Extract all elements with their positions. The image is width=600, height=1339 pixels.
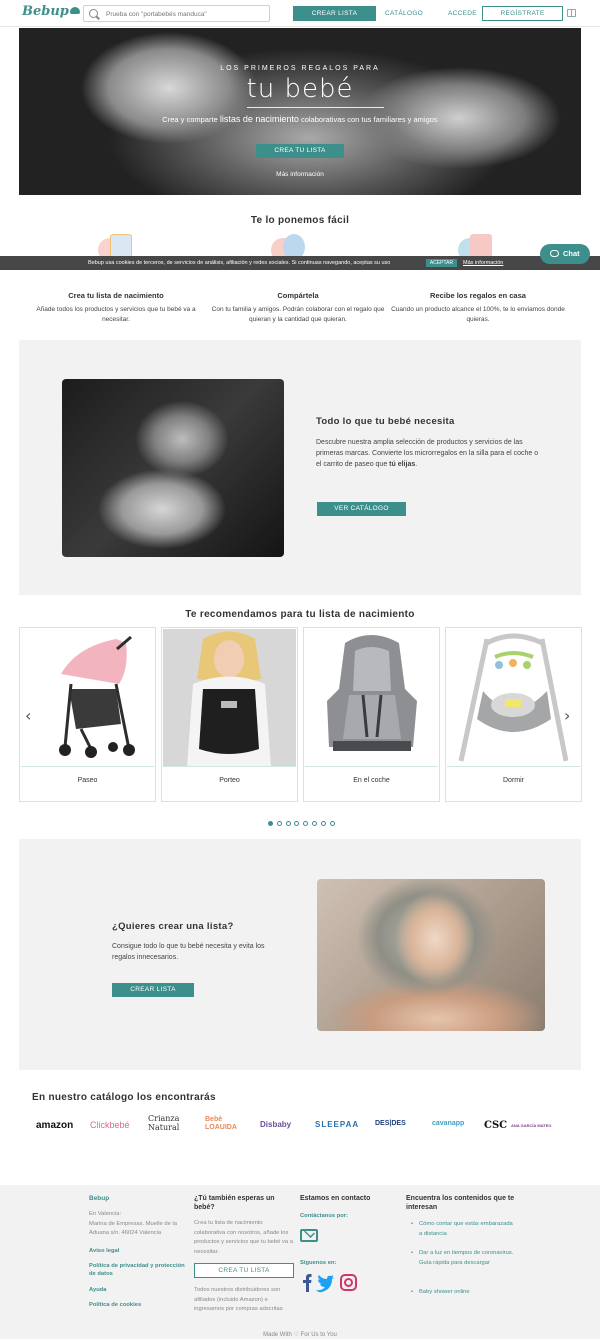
necesita-text: Descubre nuestra amplia selección de pro… — [316, 439, 539, 468]
brand-cavanapp-logo[interactable]: cavanapp — [432, 1120, 464, 1127]
footer-col2-text: Crea tu lista de nacimiento colaborativa… — [194, 1220, 293, 1255]
car-seat-image — [305, 629, 438, 767]
facebook-icon[interactable] — [303, 1274, 312, 1292]
carousel-dot[interactable] — [320, 821, 326, 826]
carousel-dot[interactable] — [294, 821, 300, 826]
carousel-next-icon[interactable]: › — [564, 706, 570, 725]
feature-title-comparte: Compártela — [277, 291, 319, 300]
footer-aviso-legal-link[interactable]: Aviso legal — [89, 1247, 119, 1255]
search-icon — [89, 9, 98, 18]
cookie-text: Bebup usa cookies de terceros, de servic… — [88, 260, 391, 266]
carousel-dot[interactable] — [311, 821, 317, 826]
feature-text-recibe: Cuando un producto alcance el 100%, te l… — [391, 306, 565, 323]
bebup-logo[interactable]: Bebup — [22, 4, 80, 19]
footer-address: En Valencia: Marina de Empresas. Muelle … — [89, 1211, 177, 1236]
ver-catalogo-button[interactable]: VER CATÁLOGO — [317, 502, 406, 516]
brand-desdes-logo[interactable]: DES|DES — [375, 1120, 406, 1127]
hero-title: tu bebé — [246, 74, 354, 104]
hero-kicker: LOS PRIMEROS REGALOS PARA — [220, 65, 380, 72]
instagram-icon[interactable] — [340, 1274, 357, 1291]
footer-brand: Bebup — [89, 1195, 110, 1202]
cookie-accept-button[interactable]: ACEPTAR — [426, 259, 457, 267]
footer-privacidad-link[interactable]: Política de privacidad y protección de d… — [89, 1262, 189, 1278]
category-card-porteo[interactable]: Porteo — [161, 627, 298, 802]
category-card-dormir[interactable]: Dormir — [445, 627, 582, 802]
email-icon[interactable] — [300, 1227, 318, 1242]
baby-bw-photo — [62, 379, 284, 557]
brand-csc-logo[interactable]: CSC — [484, 1120, 507, 1131]
site-header: Bebup CREAR LISTA CATÁLOGO ACCEDE REGÍST… — [0, 0, 600, 27]
heart-icon: ♡ — [293, 1332, 299, 1338]
hero-subtitle: Crea y comparte listas de nacimiento col… — [162, 114, 438, 124]
footer-contact-label: Contáctanos por: — [300, 1213, 348, 1219]
carousel-dot[interactable] — [329, 821, 335, 826]
logo-mark-icon — [69, 7, 80, 14]
registrate-button[interactable]: REGÍSTRATE — [482, 6, 563, 21]
card-label: Paseo — [77, 777, 98, 784]
category-card-paseo[interactable]: Paseo — [19, 627, 156, 802]
footer-article-link[interactable]: Baby shower online — [411, 1288, 514, 1298]
card-label: Porteo — [219, 777, 240, 784]
carousel-dot[interactable] — [303, 821, 309, 826]
cookie-more-info-link[interactable]: Más información — [463, 260, 503, 266]
carousel-dots — [268, 813, 338, 831]
necesita-heading: Todo lo que tu bebé necesita — [316, 416, 455, 427]
footer-col2-title: ¿Tú también esperas un bebé? — [194, 1195, 275, 1211]
baby-swing-image — [447, 629, 580, 767]
gift-icon[interactable] — [567, 9, 576, 17]
card-label: En el coche — [353, 777, 390, 784]
footer-cookies-link[interactable]: Política de cookies — [89, 1301, 141, 1309]
cookie-banner: Bebup usa cookies de terceros, de servic… — [0, 256, 600, 270]
feature-title-recibe: Recibe los regalos en casa — [430, 291, 526, 300]
catalogo-link[interactable]: CATÁLOGO — [385, 10, 423, 17]
footer-ayuda-link[interactable]: Ayuda — [89, 1286, 107, 1294]
brand-crianza-natural-logo[interactable]: Crianza Natural — [148, 1114, 193, 1132]
search-box[interactable] — [83, 5, 270, 22]
brand-amazon-logo[interactable]: amazon — [36, 1120, 73, 1131]
baby-carrier-image — [163, 629, 296, 767]
catalogo-heading: En nuestro catálogo los encontrarás — [32, 1092, 216, 1103]
feature-title-crea: Crea tu lista de nacimiento — [68, 291, 164, 300]
brand-sleepaa-logo[interactable]: SLEEPAA — [315, 1120, 359, 1129]
carousel-dot[interactable] — [285, 821, 291, 826]
hero-divider — [247, 107, 384, 108]
footer-follow-label: Síguenos en: — [300, 1260, 337, 1266]
footer-article-link[interactable]: Dar a luz en tiempos de coronavirus. Guí… — [411, 1249, 514, 1268]
crear-text: Consigue todo lo que tu bebé necesita y … — [112, 943, 265, 961]
feature-text-crea: Añade todos los productos y servicios qu… — [36, 306, 196, 323]
hero-more-info-link[interactable]: Más información — [19, 171, 581, 178]
accede-link[interactable]: ACCEDE — [448, 10, 477, 17]
crear-lista-cta-button[interactable]: CREAR LISTA — [112, 983, 194, 997]
feature-text-comparte: Con tu familia y amigos. Podrán colabora… — [211, 306, 385, 323]
brand-disbaby-logo[interactable]: Disbaby — [260, 1120, 291, 1129]
footer-col3-title: Estamos en contacto — [300, 1195, 371, 1202]
hero-banner: LOS PRIMEROS REGALOS PARA tu bebé Crea y… — [19, 28, 581, 195]
twitter-icon[interactable] — [316, 1275, 334, 1293]
facil-heading: Te lo ponemos fácil — [250, 215, 350, 226]
carousel-dot[interactable] — [268, 821, 273, 826]
stroller-image — [21, 629, 154, 767]
hero-crea-lista-button[interactable]: CREA TU LISTA — [256, 144, 344, 158]
crear-heading: ¿Quieres crear una lista? — [112, 921, 234, 932]
brand-bebe-loauida-logo[interactable]: Bebé LOAUIDA — [205, 1116, 249, 1132]
footer-col4-title: Encuentra los contenidos que te interesa… — [406, 1195, 515, 1211]
category-card-en-el-coche[interactable]: En el coche — [303, 627, 440, 802]
footer-crea-lista-button[interactable]: CREA TU LISTA — [194, 1263, 294, 1278]
chat-bubble-icon — [550, 250, 559, 257]
search-input[interactable] — [106, 8, 266, 20]
brand-ana-garcia-mateo-logo[interactable]: ANA GARCÍA MATEO — [511, 1123, 561, 1128]
made-with-love: Made With ♡ For Us to You — [263, 1332, 337, 1338]
brand-clickbebe-logo[interactable]: Clickbebé — [90, 1120, 130, 1130]
carousel-dot[interactable] — [276, 821, 282, 826]
baby-photo — [317, 879, 545, 1031]
crear-lista-button[interactable]: CREAR LISTA — [293, 6, 376, 21]
social-icons — [303, 1274, 357, 1293]
footer-affiliate-note: Todos nuestros distribuidores son afilia… — [194, 1287, 283, 1312]
carousel-prev-icon[interactable]: ‹ — [25, 706, 31, 725]
recomendamos-heading: Te recomendamos para tu lista de nacimie… — [185, 609, 415, 620]
footer-article-link[interactable]: Cómo contar que estás embarazada a dista… — [411, 1220, 514, 1239]
card-label: Dormir — [503, 777, 524, 784]
chat-button[interactable]: Chat — [540, 244, 590, 264]
